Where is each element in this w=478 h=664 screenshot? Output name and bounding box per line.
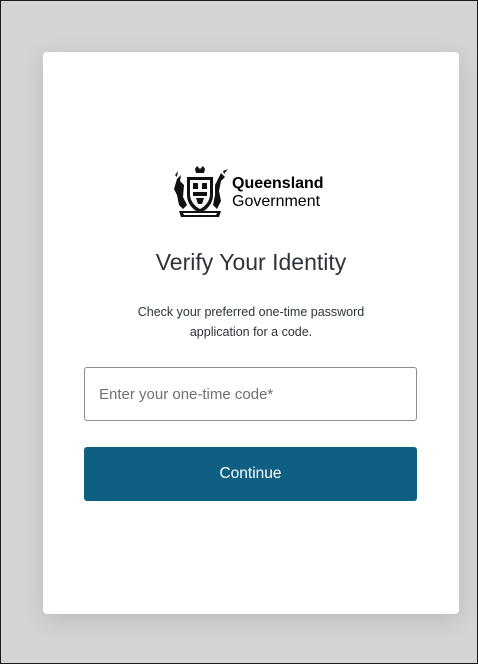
page-background: Queensland Government Verify Your Identi… [0, 0, 478, 664]
logo-line-government: Government [232, 193, 321, 210]
otp-field-container [84, 367, 417, 421]
login-card: Queensland Government Verify Your Identi… [43, 52, 459, 614]
logo-wordmark: Queensland Government [232, 175, 324, 211]
continue-button[interactable]: Continue [84, 447, 417, 501]
otp-code-input[interactable] [85, 368, 416, 420]
page-description: Check your preferred one-time password a… [137, 305, 365, 339]
coat-of-arms-icon [174, 166, 228, 217]
queensland-government-logo: Queensland Government [171, 164, 335, 222]
logo-line-queensland: Queensland [232, 175, 324, 192]
page-title: Verify Your Identity [155, 249, 347, 275]
